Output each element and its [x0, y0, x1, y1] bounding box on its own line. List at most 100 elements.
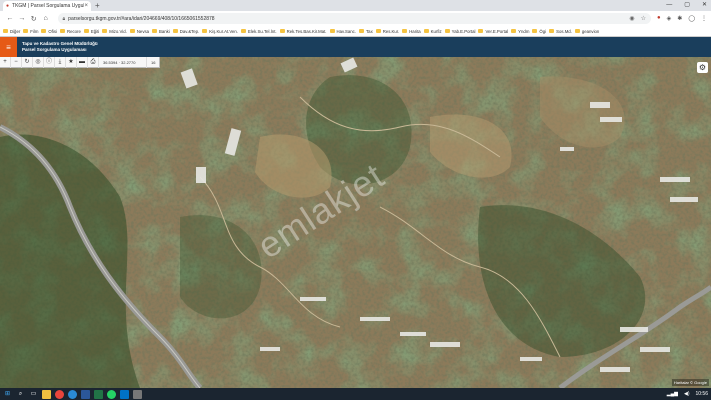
excel-icon[interactable]	[94, 389, 103, 399]
bookmark-item[interactable]: Kurfiz	[423, 28, 442, 34]
bookmark-item[interactable]: Mizo.Vid.	[102, 29, 127, 34]
menu-icon[interactable]: ≡	[0, 37, 17, 57]
bookmark-label: Rek.Tes.Bas.Kir.Mat.	[286, 28, 327, 34]
window-controls: — ▢ ✕	[666, 0, 707, 11]
extension-icon[interactable]: ●	[657, 15, 661, 22]
browser-tab-strip: ● TKGM | Parsel Sorgulama Uygula... × + …	[0, 0, 711, 11]
system-tray: ▂▄▆ ◀) 10:56	[667, 391, 708, 397]
windows-start-icon[interactable]: ⊞	[3, 390, 12, 399]
address-bar[interactable]: 🔒︎ parselsorgu.tkgm.gov.tr/#ara/idari/20…	[57, 13, 652, 24]
search-icon[interactable]: ⌕	[16, 390, 25, 399]
folder-icon	[129, 29, 135, 33]
bookmark-item[interactable]: Eğiti	[83, 29, 99, 34]
bookmark-item[interactable]: Kiş.Kur.At.Ven.	[202, 29, 238, 34]
bookmark-star-icon[interactable]: ★	[66, 56, 77, 68]
locate-icon[interactable]: ◎	[33, 56, 44, 68]
task-view-icon[interactable]: ▭	[29, 390, 38, 399]
folder-icon	[152, 29, 158, 33]
bookmark-item[interactable]: Tax	[359, 29, 373, 34]
volume-icon[interactable]: ◀)	[684, 391, 690, 397]
forward-icon[interactable]: →	[16, 15, 28, 22]
profile-icon[interactable]: ◯	[688, 15, 695, 22]
bookmark-item[interactable]: Sos.Md.	[549, 29, 572, 34]
bookmark-label: Banki	[159, 28, 170, 34]
bookmark-item[interactable]: Elek.Su.Tel.İnt.	[240, 28, 277, 34]
word-icon[interactable]	[81, 389, 90, 399]
bookmark-label: Diğer	[10, 28, 21, 34]
zoom-in-icon[interactable]: +	[0, 56, 11, 68]
bookmark-item[interactable]: Diğer	[3, 29, 20, 34]
reload-icon[interactable]: ↻	[28, 15, 40, 23]
bookmark-item[interactable]: Yab.E.Portal	[444, 28, 476, 34]
puzzle-icon[interactable]: ✱	[677, 15, 682, 22]
measure-icon[interactable]: ▬	[77, 56, 88, 68]
folder-icon	[532, 29, 538, 33]
close-window-icon[interactable]: ✕	[702, 0, 707, 11]
folder-icon	[202, 29, 208, 33]
map-toolbar: + − ↻ ◎ ⓘ ⤓ ★ ▬ ⎙ 36.5394 · 32.2770 16	[0, 56, 161, 68]
bookmark-item[interactable]: Recore	[60, 29, 81, 34]
bookmark-label: Yab.E.Portal	[451, 28, 476, 34]
extension-icon[interactable]: ◈	[667, 15, 672, 22]
folder-icon	[329, 29, 335, 33]
app-icon[interactable]	[133, 389, 142, 399]
bookmark-item[interactable]: Banki	[152, 29, 170, 34]
info-icon[interactable]: ⓘ	[44, 56, 55, 68]
folder-icon	[240, 29, 246, 33]
star-icon[interactable]: ☆	[641, 15, 646, 22]
bookmark-label: Harita	[409, 28, 421, 34]
bookmark-item[interactable]: Film	[23, 29, 38, 34]
folder-icon	[444, 29, 450, 33]
browser-tab[interactable]: ● TKGM | Parsel Sorgulama Uygula... ×	[3, 1, 91, 11]
bookmark-item[interactable]: Harita	[402, 28, 421, 34]
bookmark-label: Elek.Su.Tel.İnt.	[247, 28, 277, 34]
folder-icon	[3, 29, 8, 33]
bookmark-label: Kurfiz	[430, 28, 442, 34]
bookmark-item[interactable]: Hav.Sanc.	[329, 29, 356, 34]
folder-icon	[423, 29, 429, 33]
folder-icon	[102, 29, 108, 33]
outlook-icon[interactable]	[120, 389, 129, 399]
back-icon[interactable]: ←	[4, 15, 16, 22]
home-icon[interactable]: ⌂	[40, 15, 52, 22]
chrome-icon[interactable]	[55, 389, 64, 399]
bookmarks-bar: Diğer Film Ofisi Recore Eğiti Mizo.Vid. Nevsa B…	[0, 26, 711, 37]
bookmark-item[interactable]: Ofisi	[41, 29, 57, 34]
zoom-out-icon[interactable]: −	[11, 56, 22, 68]
whatsapp-icon[interactable]	[107, 389, 116, 399]
lock-icon: 🔒︎	[62, 15, 66, 22]
bookmark-item[interactable]: Yndm	[511, 29, 529, 34]
bookmark-item[interactable]: Rek.Tes.Bas.Kir.Mat.	[279, 28, 327, 34]
maximize-icon[interactable]: ▢	[684, 0, 690, 11]
refresh-icon[interactable]: ↻	[22, 56, 33, 68]
app-name: Parsel Sorgulama Uygulaması	[22, 47, 87, 52]
print-icon[interactable]: ⎙	[88, 56, 99, 68]
bookmark-item[interactable]: Nevsa	[129, 29, 149, 34]
settings-gear-icon[interactable]: ⚙	[697, 62, 708, 73]
folder-icon	[359, 29, 365, 33]
extensions: ● ◈ ✱ ◯ ⋮	[657, 15, 707, 22]
file-explorer-icon[interactable]	[42, 389, 51, 399]
download-icon[interactable]: ⤓	[55, 56, 66, 68]
bookmark-item[interactable]: Ver.E.Portal	[478, 29, 508, 34]
close-tab-icon[interactable]: ×	[84, 3, 88, 9]
windows-taskbar: ⊞ ⌕ ▭ ▂▄▆ ◀) 10:56	[0, 388, 711, 400]
location-icon[interactable]: ◉	[629, 15, 634, 22]
bookmark-item[interactable]: geanvion	[574, 29, 599, 34]
satellite-map[interactable]	[0, 57, 711, 388]
bookmark-item[interactable]: Res.Kur.	[375, 29, 399, 34]
menu-dots-icon[interactable]: ⋮	[701, 15, 707, 22]
clock[interactable]: 10:56	[695, 391, 708, 397]
minimize-icon[interactable]: —	[666, 0, 672, 11]
edge-icon[interactable]	[68, 389, 77, 399]
bookmark-item[interactable]: Ögi	[532, 29, 546, 34]
network-icon[interactable]: ▂▄▆	[667, 391, 678, 397]
folder-icon	[279, 29, 285, 33]
location-pin-icon: ●	[6, 3, 10, 9]
map-attribution: Haritalar © Google	[671, 379, 709, 386]
bookmark-label: Dav.&Tep.	[179, 28, 200, 34]
folder-icon	[511, 29, 517, 33]
bookmark-item[interactable]: Dav.&Tep.	[172, 28, 200, 34]
new-tab-icon[interactable]: +	[95, 1, 100, 10]
bookmark-label: Yndm	[518, 28, 530, 34]
